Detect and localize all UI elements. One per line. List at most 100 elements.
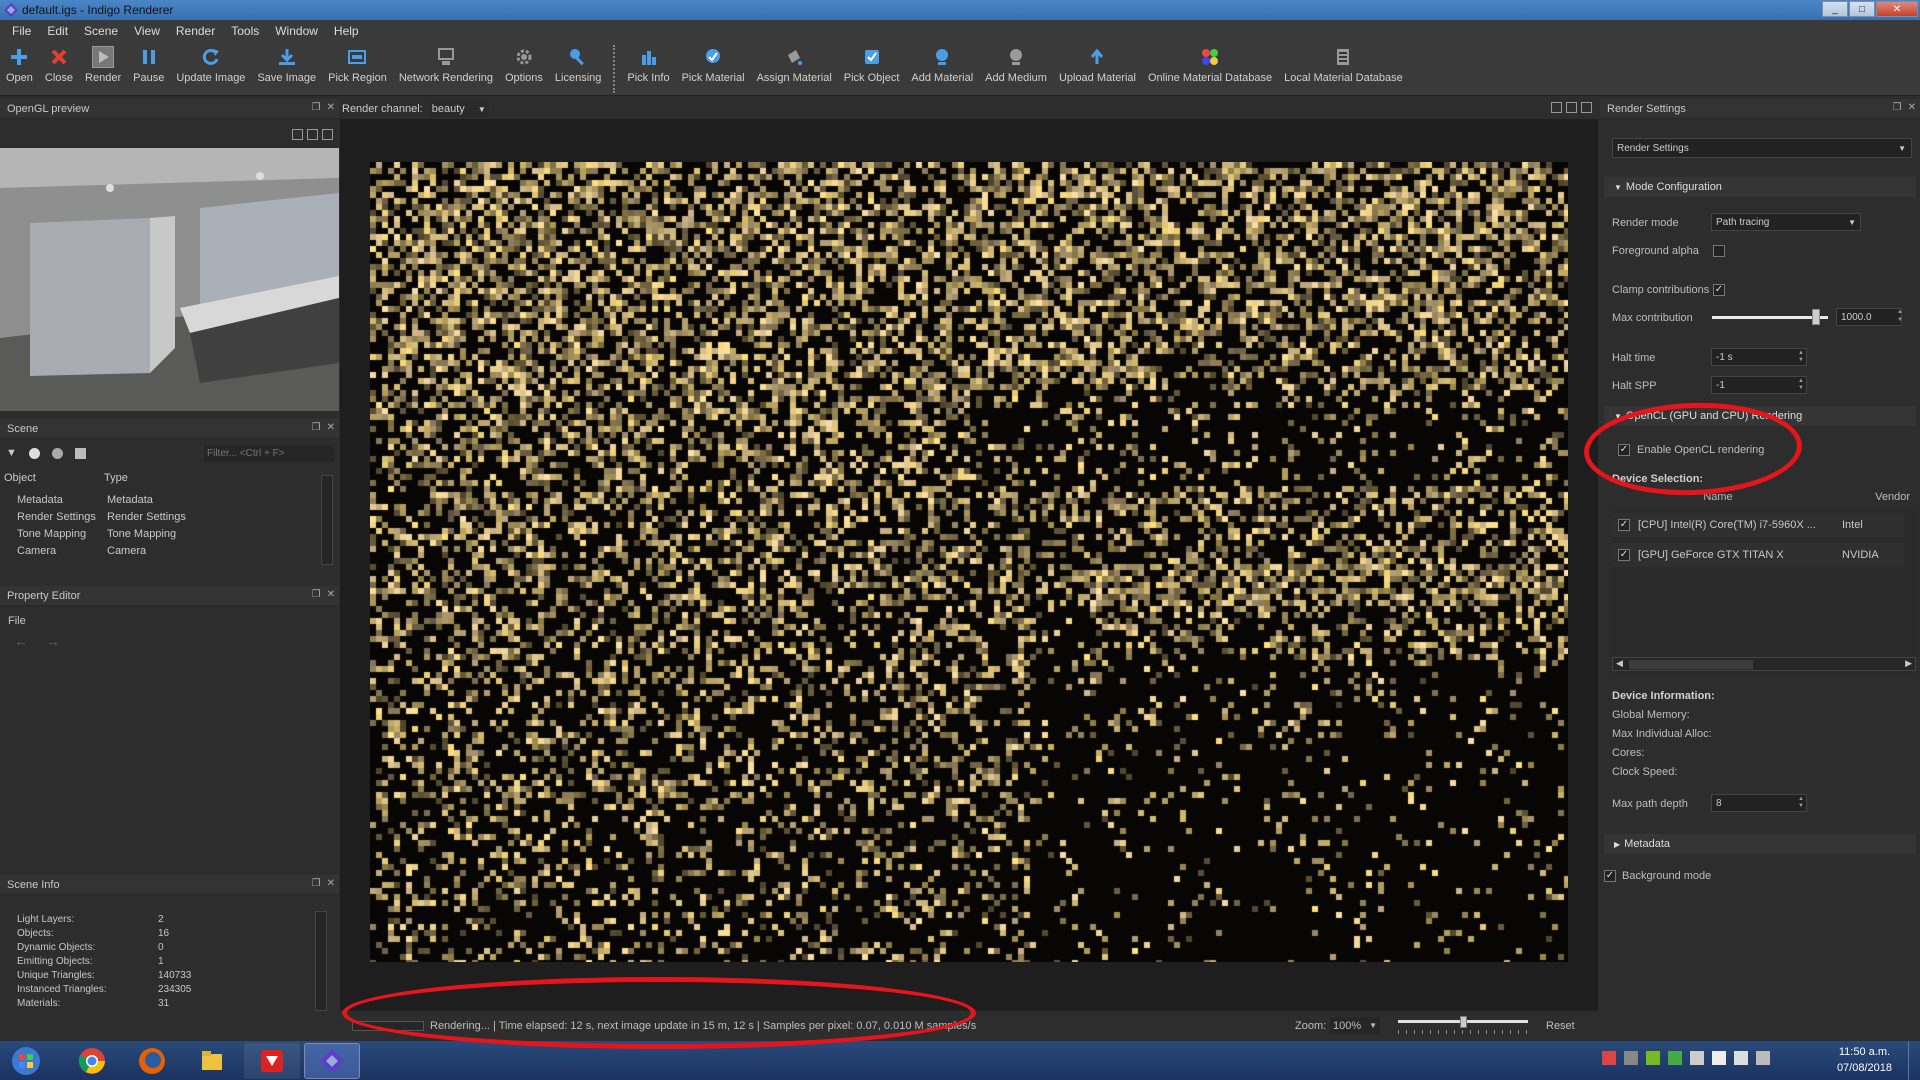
forward-arrow-icon[interactable]: → [46,633,60,649]
table-row[interactable]: Tone Mapping Tone Mapping [0,525,186,542]
type-column-header[interactable]: Type [104,472,128,484]
close-icon[interactable]: ✕ [327,878,335,889]
close-icon[interactable]: ✕ [1908,102,1916,113]
fit-icon[interactable] [307,129,318,140]
expand-icon[interactable] [1581,102,1592,113]
zoom-reset-button[interactable]: Reset [1546,1020,1575,1032]
add-medium-button[interactable]: Add Medium [979,42,1053,96]
network-signal-icon[interactable] [1756,1051,1770,1065]
float-icon[interactable]: ❐ [1893,102,1902,113]
spinner-icon[interactable]: ▲ ▼ [1798,350,1804,364]
local-material-database-button[interactable]: Local Material Database [1278,42,1409,96]
material-icon[interactable] [51,447,63,459]
max-path-depth-input[interactable]: 8 ▲ ▼ [1711,794,1807,812]
menu-help[interactable]: Help [326,24,367,38]
tray-icon[interactable] [1624,1051,1638,1065]
float-icon[interactable]: ❐ [312,102,321,113]
cube-icon[interactable] [74,447,86,459]
flag-icon[interactable] [1712,1051,1726,1065]
light-bulb-icon[interactable] [28,447,40,459]
object-column-header[interactable]: Object [4,472,104,484]
add-material-button[interactable]: Add Material [905,42,979,96]
menu-edit[interactable]: Edit [39,24,76,38]
menu-view[interactable]: View [126,24,168,38]
chevron-down-icon[interactable]: ▼ [6,447,17,459]
network-rendering-button[interactable]: Network Rendering [393,42,499,96]
indigo-icon[interactable] [304,1042,360,1079]
render-channel-select[interactable]: beauty ▼ [428,101,489,117]
halt-time-input[interactable]: -1 s ▲ ▼ [1711,348,1807,366]
menu-file[interactable]: File [4,24,39,38]
metadata-section[interactable]: ▶ Metadata [1604,834,1916,854]
halt-spp-input[interactable]: -1 ▲ ▼ [1711,376,1807,394]
assign-material-button[interactable]: Assign Material [751,42,838,96]
max-contribution-slider[interactable] [1712,308,1828,326]
tray-icon[interactable] [1602,1051,1616,1065]
pick-material-button[interactable]: Pick Material [676,42,751,96]
back-arrow-icon[interactable]: ← [14,633,28,649]
file-explorer-icon[interactable] [184,1043,240,1079]
spinner-icon[interactable]: ▲ ▼ [1798,378,1804,392]
show-desktop-button[interactable] [1908,1041,1920,1080]
table-row[interactable]: ✓ [CPU] Intel(R) Core(TM) i7-5960X ... I… [1612,513,1904,537]
grid-icon[interactable] [322,129,333,140]
device-checkbox[interactable]: ✓ [1618,549,1630,561]
clock[interactable]: 11:50 a.m. 07/08/2018 [1837,1044,1892,1076]
close-icon[interactable]: ✕ [327,589,335,600]
slider-thumb[interactable] [1460,1016,1467,1028]
float-icon[interactable]: ❐ [312,878,321,889]
minimize-button[interactable]: _ [1822,1,1848,17]
save-image-button[interactable]: Save Image [251,42,322,96]
zoom-select[interactable]: 100% ▼ [1330,1017,1380,1034]
render-image-canvas[interactable] [370,162,1568,962]
menu-tools[interactable]: Tools [223,24,267,38]
zoom-slider[interactable] [1398,1016,1528,1036]
spinner-icon[interactable]: ▲ ▼ [1798,796,1804,810]
scroll-left-icon[interactable]: ◀ [1616,658,1623,669]
foreground-alpha-checkbox[interactable] [1713,245,1725,257]
tray-icon[interactable] [1690,1051,1704,1065]
tray-icon[interactable] [1668,1051,1682,1065]
scene-scrollbar[interactable] [321,475,333,565]
window-close-button[interactable]: ✕ [1876,1,1918,17]
render-mode-select[interactable]: Path tracing ▼ [1711,213,1861,231]
mode-configuration-section[interactable]: ▼ Mode Configuration [1604,177,1916,197]
table-row[interactable]: Metadata Metadata [0,491,186,508]
pause-button[interactable]: Pause [127,42,170,96]
upload-material-button[interactable]: Upload Material [1053,42,1142,96]
background-mode-checkbox[interactable]: ✓ [1604,870,1616,882]
copy-icon[interactable] [1551,102,1562,113]
menu-render[interactable]: Render [168,24,223,38]
fit-icon[interactable] [1566,102,1577,113]
update-image-button[interactable]: Update Image [170,42,251,96]
pick-region-button[interactable]: Pick Region [322,42,393,96]
pick-object-button[interactable]: Pick Object [838,42,906,96]
slider-thumb[interactable] [1812,309,1820,325]
enable-opencl-checkbox[interactable]: ✓ [1618,444,1630,456]
close-icon[interactable]: ✕ [327,422,335,433]
volume-icon[interactable] [1734,1051,1748,1065]
float-icon[interactable]: ❐ [312,589,321,600]
clamp-contributions-checkbox[interactable]: ✓ [1713,284,1725,296]
view-icon[interactable] [292,129,303,140]
licensing-button[interactable]: Licensing [549,42,607,96]
nvidia-tray-icon[interactable] [1646,1051,1660,1065]
close-button[interactable]: Close [39,42,79,96]
device-checkbox[interactable]: ✓ [1618,519,1630,531]
chrome-icon[interactable] [64,1043,120,1079]
start-orb-icon[interactable] [6,1043,46,1079]
opencl-section[interactable]: ▼ OpenCL (GPU and CPU) Rendering [1604,406,1916,426]
scroll-right-icon[interactable]: ▶ [1905,658,1912,669]
device-list-scrollbar[interactable]: ◀ ▶ [1612,657,1916,671]
scroll-thumb[interactable] [1629,660,1753,669]
options-button[interactable]: Options [499,42,549,96]
scene-info-scrollbar[interactable] [315,911,327,1011]
max-contribution-input[interactable]: 1000.0 [1836,308,1902,326]
table-row[interactable]: ✓ [GPU] GeForce GTX TITAN X NVIDIA [1612,543,1904,567]
scene-filter-input[interactable] [204,445,334,462]
device-name-column[interactable]: Name [1612,491,1824,509]
render-settings-preset-select[interactable]: Render Settings ▼ [1612,138,1912,158]
online-material-database-button[interactable]: Online Material Database [1142,42,1278,96]
close-icon[interactable]: ✕ [327,102,335,113]
pick-info-button[interactable]: Pick Info [621,42,675,96]
